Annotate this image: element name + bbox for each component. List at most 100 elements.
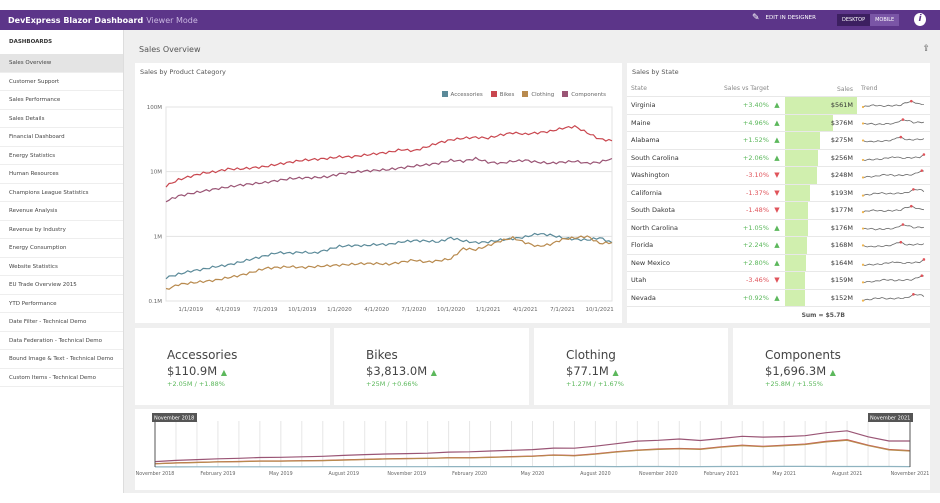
sidebar-item[interactable]: Revenue by Industry [0,221,123,239]
y-tick-label: 100M [147,105,162,111]
table-row[interactable]: New Mexico +2.80% ▲ $164M [627,254,930,272]
table-row[interactable]: Utah -3.46% ▼ $159M [627,272,930,290]
table-row[interactable]: Virginia +3.40% ▲ $561M [627,97,930,115]
sales-bar [785,272,806,289]
sidebar-item[interactable]: Customer Support [0,73,123,91]
arrow-up-icon: ▲ [774,223,780,232]
sidebar-item[interactable]: Sales Performance [0,91,123,110]
desktop-button[interactable]: DESKTOP [837,14,871,26]
sparkline-max-marker [920,274,924,278]
column-header[interactable]: Sales vs Target [707,85,769,92]
kpi-card[interactable]: Clothing $77.1M ▲ +1.27M / +1.67% [534,328,728,405]
series-line-components [165,156,613,203]
series-line-bikes [165,124,613,188]
sparkline-max-marker [910,205,913,208]
sidebar-item[interactable]: Bound Image & Text - Technical Demo [0,350,123,369]
sidebar-item[interactable]: Revenue Analysis [0,202,123,221]
kpi-name: Accessories [167,348,238,362]
sidebar-item[interactable]: Financial Dashboard [0,128,123,147]
kpi-card[interactable]: Components $1,696.3M ▲ +25.8M / +1.55% [733,328,930,405]
table-row[interactable]: South Carolina +2.06% ▲ $256M [627,149,930,167]
sparkline-path [862,275,924,284]
sidebar-item[interactable]: Custom Items - Technical Demo [0,369,123,387]
sales-bar [785,167,817,184]
column-header[interactable]: State [627,85,707,92]
sidebar-item[interactable]: Energy Statistics [0,147,123,165]
kpi-name: Bikes [366,348,398,362]
sparkline-start-marker [861,158,865,161]
range-tick-label: November 2020 [639,471,678,477]
range-start-label: November 2018 [154,416,194,422]
table-row[interactable]: Washington -3.10% ▼ $248M [627,167,930,185]
sales-bar [785,184,810,201]
kpi-card[interactable]: Accessories $110.9M ▲ +2.05M / +1.88% [135,328,330,405]
kpi-value: $1,696.3M ▲ [765,364,836,378]
kpi-card[interactable]: Bikes $3,813.0M ▲ +25M / +0.66% [334,328,529,405]
sparkline-max-marker [922,257,926,261]
delta-cell: +4.96% [742,118,769,127]
app-title: DevExpress Blazor Dashboard [8,15,144,25]
sparkline-start-marker [861,194,865,197]
sparkline-path [862,154,925,161]
arrow-up-icon: ▲ [774,258,780,267]
table-row[interactable]: South Dakota -1.48% ▼ $177M [627,202,930,220]
sidebar-item[interactable]: Energy Consumption [0,239,123,258]
sidebar-item[interactable]: Website Statistics [0,258,123,276]
sidebar-item[interactable]: Champions League Statistics [0,184,123,202]
sidebar-item[interactable]: EU Trade Overview 2015 [0,276,123,295]
range-chart[interactable]: November 2018 November 2021 November 2018 F… [135,409,930,490]
column-header[interactable]: Sales [785,81,857,96]
sparkline-start-marker [861,211,865,214]
sidebar-item[interactable]: Human Resources [0,165,123,184]
delta-cell: -3.46% [746,276,769,285]
sales-bar [785,114,834,131]
sparkline-path [862,170,924,179]
sidebar-item[interactable]: Data Federation - Technical Demo [0,332,123,350]
trend-sparkline [861,169,924,179]
table-row[interactable]: Alabama +1.52% ▲ $275M [627,132,930,150]
kpi-value: $3,813.0M ▲ [366,364,437,378]
state-cell: Washington [631,171,670,180]
sales-cell: $168M [785,237,857,254]
mode-label: Viewer Mode [146,15,198,25]
table-row[interactable]: Florida +2.24% ▲ $168M [627,237,930,255]
sales-cell: $159M [785,272,857,289]
info-icon[interactable]: i [914,13,926,26]
sidebar-item[interactable]: YTD Performance [0,295,123,313]
x-tick-label: 1/1/2021 [476,307,501,313]
range-selector[interactable]: November 2018 November 2021 November 2018 F… [135,409,930,490]
sales-cell: $164M [785,254,857,271]
state-cell: Virginia [631,101,656,110]
table-row[interactable]: North Carolina +1.05% ▲ $176M [627,219,930,237]
sidebar-item[interactable]: Sales Details [0,110,123,128]
trend-sparkline [861,136,925,143]
export-icon[interactable]: ⇪ [922,44,930,54]
sparkline-path [862,101,924,108]
kpi-name: Clothing [566,348,616,362]
sidebar-item[interactable]: Date Filter - Technical Demo [0,313,123,332]
mobile-button[interactable]: MOBILE [870,14,900,26]
sales-cell: $256M [785,149,857,166]
state-cell: Alabama [631,136,660,145]
x-tick-label: 1/1/2020 [327,307,352,313]
sparkline-start-marker [861,122,865,125]
arrow-up-icon: ▲ [774,293,780,302]
sparkline-max-marker [912,187,915,191]
series-line-accessories [165,232,613,280]
x-tick-label: 1/1/2019 [178,307,203,313]
sales-cell: $561M [785,97,857,114]
kpi-delta: +2.05M / +1.88% [167,380,225,388]
sidebar-item[interactable]: Sales Overview [0,54,123,73]
edit-in-designer-button[interactable]: ✎ EDIT IN DESIGNER [752,13,816,23]
state-cell: Maine [631,118,651,127]
sparkline-start-marker [861,299,865,302]
column-header[interactable]: Trend [857,85,927,92]
table-row[interactable]: Nevada +0.92% ▲ $152M [627,289,930,307]
arrow-up-icon: ▲ [774,118,780,127]
trend-sparkline [861,118,925,126]
table-row[interactable]: California -1.37% ▼ $193M [627,184,930,202]
state-cell: New Mexico [631,258,670,267]
sidebar-heading: DASHBOARDS [9,39,53,45]
table-row[interactable]: Maine +4.96% ▲ $376M [627,114,930,132]
x-tick-label: 10/1/2019 [288,307,317,313]
